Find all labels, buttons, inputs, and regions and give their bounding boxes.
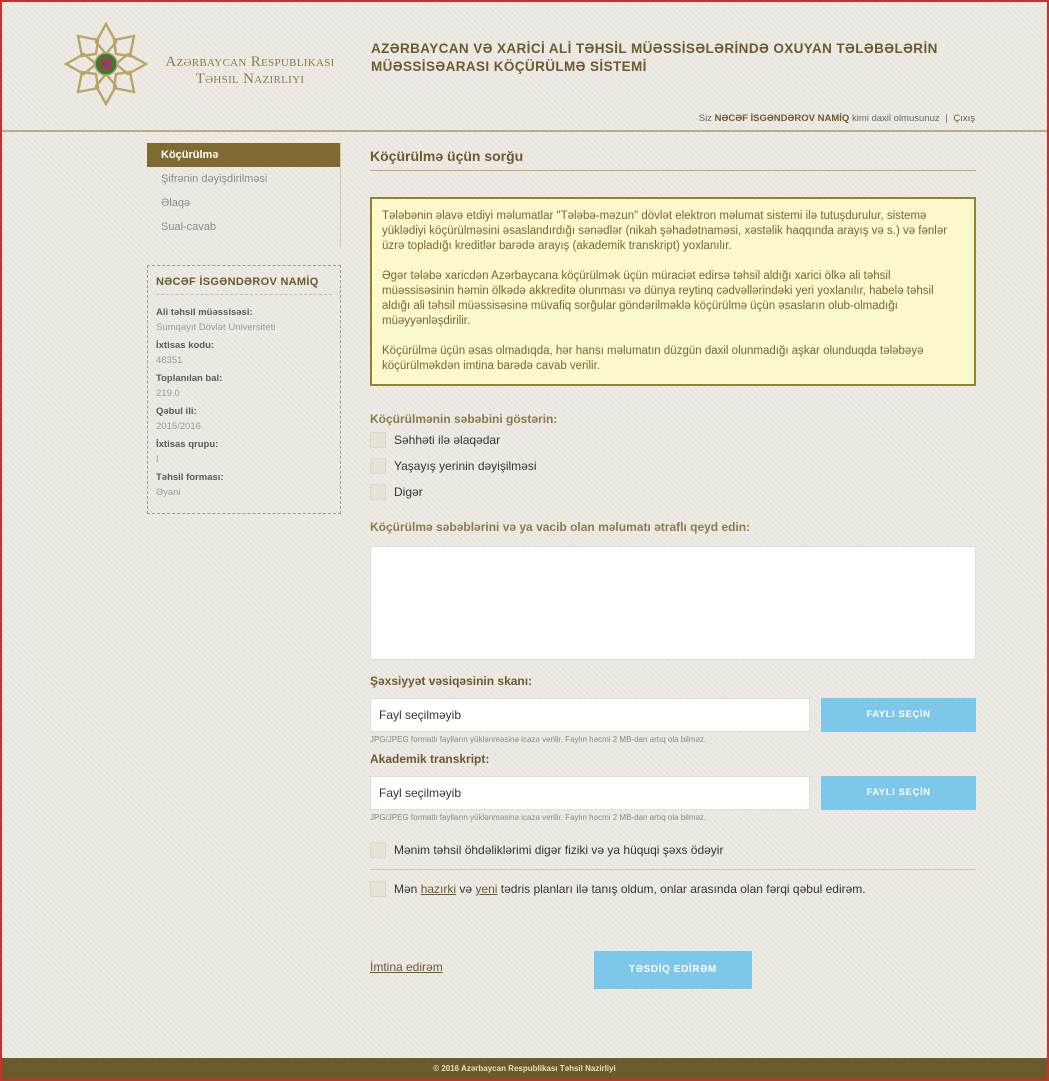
reason-checkbox[interactable] [370, 432, 386, 448]
reason-option-label: Yaşayış yerinin dəyişilməsi [394, 459, 537, 473]
third-party-payment-checkbox[interactable] [370, 842, 386, 858]
divider [370, 869, 976, 870]
id-scan-file-field[interactable]: Fayl seçilməyib [370, 698, 810, 732]
profile-field-label: Ali təhsil müəssisəsi: [156, 307, 253, 318]
logout-link[interactable]: Çıxış [953, 113, 975, 124]
transcript-row: Fayl seçilməyib FAYLI SEÇİN [370, 776, 976, 810]
profile-field-label: İxtisas qrupu: [156, 439, 219, 450]
sidebar-item-transfer[interactable]: Köçürülmə [147, 143, 340, 167]
system-title-line1: AZƏRBAYCAN VƏ XARİCİ ALİ TƏHSİL MÜƏSSİSƏ… [371, 41, 938, 56]
agreement-suffix: tədris planları ilə tanış oldum, onlar a… [500, 882, 866, 896]
id-scan-hint: JPG/JPEG formatlı faylların yüklənməsinə… [370, 735, 707, 744]
sidebar-nav: Köçürülmə Şifrənin dəyişdirilməsi Əlaqə … [147, 143, 341, 247]
reason-option-label: Digər [394, 485, 423, 499]
agreement-prefix: Mən [394, 882, 418, 896]
ministry-emblem-icon[interactable] [60, 18, 152, 110]
reason-option-health[interactable]: Səhhəti ilə əlaqədar [370, 428, 976, 452]
transcript-file-field[interactable]: Fayl seçilməyib [370, 776, 810, 810]
info-notice: Tələbənin əlavə etdiyi məlumatlar "Tələb… [370, 197, 976, 386]
agreement-option[interactable]: Mən hazırki və yeni tədris planları ilə … [370, 879, 976, 899]
sidebar: Köçürülmə Şifrənin dəyişdirilməsi Əlaqə … [147, 143, 341, 514]
user-suffix: kimi daxil olmusunuz [851, 113, 940, 124]
id-scan-choose-button[interactable]: FAYLI SEÇİN [821, 698, 976, 732]
page-frame: Azərbaycan Respublikası Təhsil Nazirliyi… [0, 0, 1049, 1081]
notice-paragraph: Köçürülmə üçün əsas olmadıqda, hər hansı… [382, 345, 924, 372]
profile-field-value: I [156, 454, 159, 465]
profile-field-value: 219.0 [156, 388, 180, 399]
ministry-name-line1: Azərbaycan Respublikası [165, 54, 335, 70]
profile-name: NƏCƏF İSGƏNDƏROV NAMİQ [156, 276, 332, 295]
profile-field-value: 2015/2016 [156, 421, 201, 432]
profile-field-value: Əyani [156, 487, 181, 498]
system-title: AZƏRBAYCAN VƏ XARİCİ ALİ TƏHSİL MÜƏSSİSƏ… [371, 40, 991, 76]
user-prefix: Siz [698, 113, 712, 124]
cancel-link[interactable]: İmtina edirəm [370, 960, 443, 974]
profile-field-label: İxtisas kodu: [156, 340, 215, 351]
id-scan-label: Şəxsiyyət vəsiqəsinin skanı: [370, 674, 533, 688]
sidebar-item-faq[interactable]: Sual-cavab [147, 215, 340, 239]
profile-field-label: Qəbul ili: [156, 406, 197, 417]
agreement-label: Mən hazırki və yeni tədris planları ilə … [394, 882, 866, 896]
profile-card: NƏCƏF İSGƏNDƏROV NAMİQ Ali təhsil müəssi… [147, 265, 341, 514]
sidebar-item-contact[interactable]: Əlaqə [147, 191, 340, 215]
notice-paragraph: Əgər tələbə xaricdən Azərbaycana köçürül… [382, 270, 934, 327]
profile-field-label: Toplanılan bal: [156, 373, 223, 384]
site-header: Azərbaycan Respublikası Təhsil Nazirliyi… [2, 2, 1047, 132]
reason-option-other[interactable]: Digər [370, 480, 976, 504]
current-plan-link[interactable]: hazırki [421, 882, 456, 896]
reason-option-residence[interactable]: Yaşayış yerinin dəyişilməsi [370, 454, 976, 478]
transcript-choose-button[interactable]: FAYLI SEÇİN [821, 776, 976, 810]
transcript-hint: JPG/JPEG formatlı faylların yüklənməsinə… [370, 813, 707, 822]
site-footer: © 2016 Azərbaycan Respublikası Təhsil Na… [2, 1058, 1047, 1079]
details-textarea[interactable] [370, 546, 976, 660]
main-content: Köçürülmə üçün sorğu Tələbənin əlavə etd… [370, 143, 976, 989]
confirm-button[interactable]: TƏSDİQ EDİRƏM [594, 951, 752, 989]
details-label: Köçürülmə səbəblərini və ya vacib olan m… [370, 520, 751, 534]
profile-field-label: Təhsil forması: [156, 472, 224, 483]
transcript-label: Akademik transkript: [370, 752, 490, 766]
reason-option-label: Səhhəti ilə əlaqədar [394, 433, 501, 447]
notice-paragraph: Tələbənin əlavə etdiyi məlumatlar "Tələb… [382, 210, 948, 252]
reason-checkbox[interactable] [370, 484, 386, 500]
agreement-conjunction: və [459, 882, 473, 896]
system-title-line2: MÜƏSSİSƏARASI KÖÇÜRÜLMƏ SİSTEMİ [371, 59, 647, 74]
user-name: NƏCƏF İSGƏNDƏROV NAMİQ [714, 113, 850, 124]
profile-field-value: Sumqayıt Dövlət Universiteti [156, 322, 276, 333]
third-party-payment-label: Mənim təhsil öhdəliklərimi digər fiziki … [394, 843, 724, 857]
reason-label: Köçürülmənin səbəbini göstərin: [370, 412, 558, 426]
profile-field-value: 48351 [156, 355, 183, 366]
page-title: Köçürülmə üçün sorğu [370, 143, 976, 171]
sidebar-item-change-password[interactable]: Şifrənin dəyişdirilməsi [147, 167, 340, 191]
new-plan-link[interactable]: yeni [475, 882, 497, 896]
user-bar-separator: | [945, 113, 948, 124]
ministry-name-line2: Təhsil Nazirliyi [195, 71, 305, 87]
third-party-payment-option[interactable]: Mənim təhsil öhdəliklərimi digər fiziki … [370, 840, 976, 860]
reason-checkbox[interactable] [370, 458, 386, 474]
id-scan-row: Fayl seçilməyib FAYLI SEÇİN [370, 698, 976, 732]
form-actions: İmtina edirəm TƏSDİQ EDİRƏM [370, 951, 976, 989]
user-bar: Siz NƏCƏF İSGƏNDƏROV NAMİQ kimi daxil ol… [699, 113, 975, 124]
agreement-checkbox[interactable] [370, 881, 386, 897]
ministry-name: Azərbaycan Respublikası Təhsil Nazirliyi [154, 54, 346, 88]
